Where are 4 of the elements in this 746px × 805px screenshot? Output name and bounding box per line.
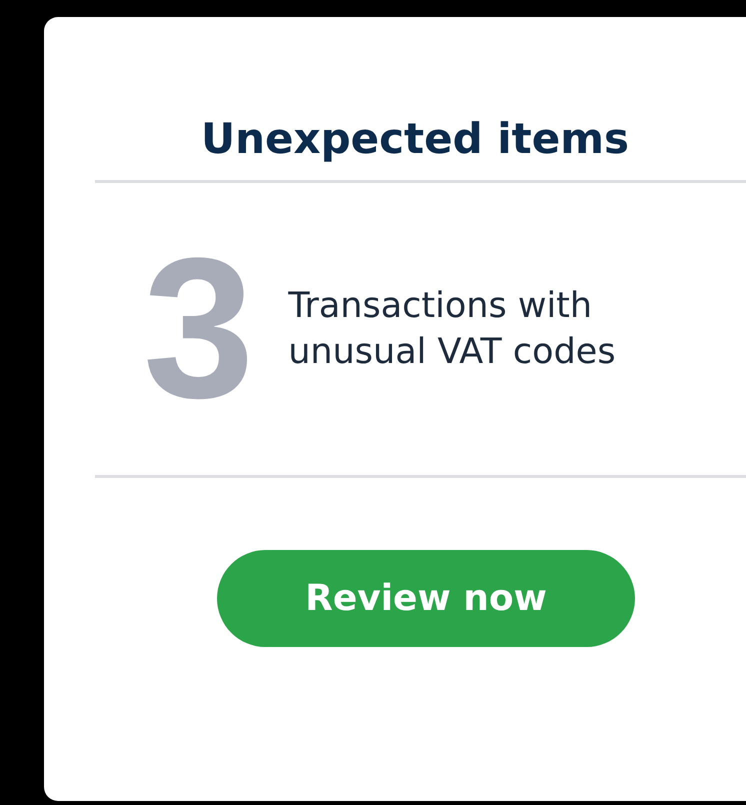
review-now-button[interactable]: Review now (217, 550, 635, 647)
count-description: Transactions with unusual VAT codes (288, 285, 617, 374)
card-title: Unexpected items (200, 113, 630, 165)
count-number: 3 (143, 249, 254, 409)
